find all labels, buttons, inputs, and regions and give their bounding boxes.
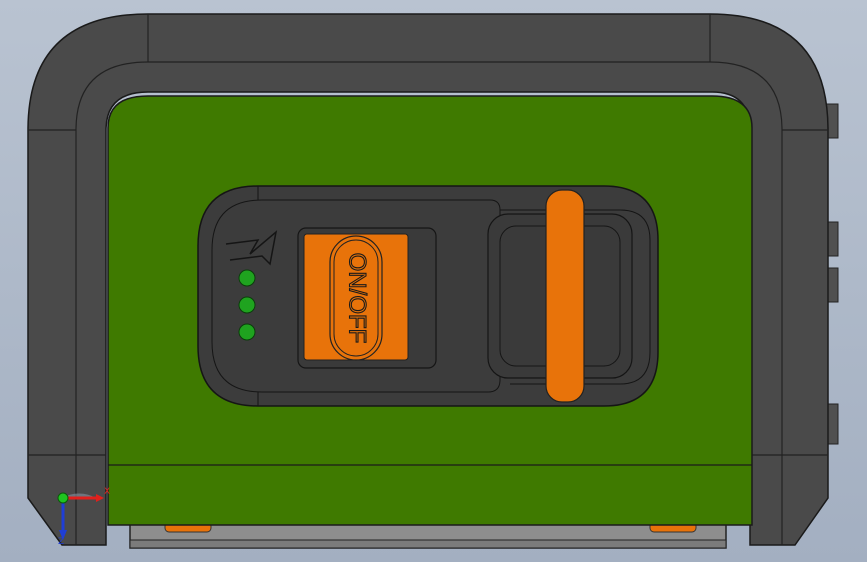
led-indicator-1 <box>238 269 256 287</box>
x-axis-label: X <box>104 487 110 497</box>
power-switch[interactable]: ON/OFF <box>297 227 437 369</box>
recoil-start-handle[interactable] <box>487 189 633 403</box>
z-axis-label: Z <box>58 537 64 547</box>
y-axis-dot <box>57 492 69 504</box>
led-indicator-2 <box>238 296 256 314</box>
generator-model[interactable]: ON/OFF X Z <box>0 0 867 562</box>
led-indicator-3 <box>238 323 256 341</box>
cad-viewport[interactable]: ON/OFF X Z <box>0 0 867 562</box>
start-handle-grip[interactable] <box>545 189 585 403</box>
switch-label: ON/OFF <box>344 253 371 344</box>
